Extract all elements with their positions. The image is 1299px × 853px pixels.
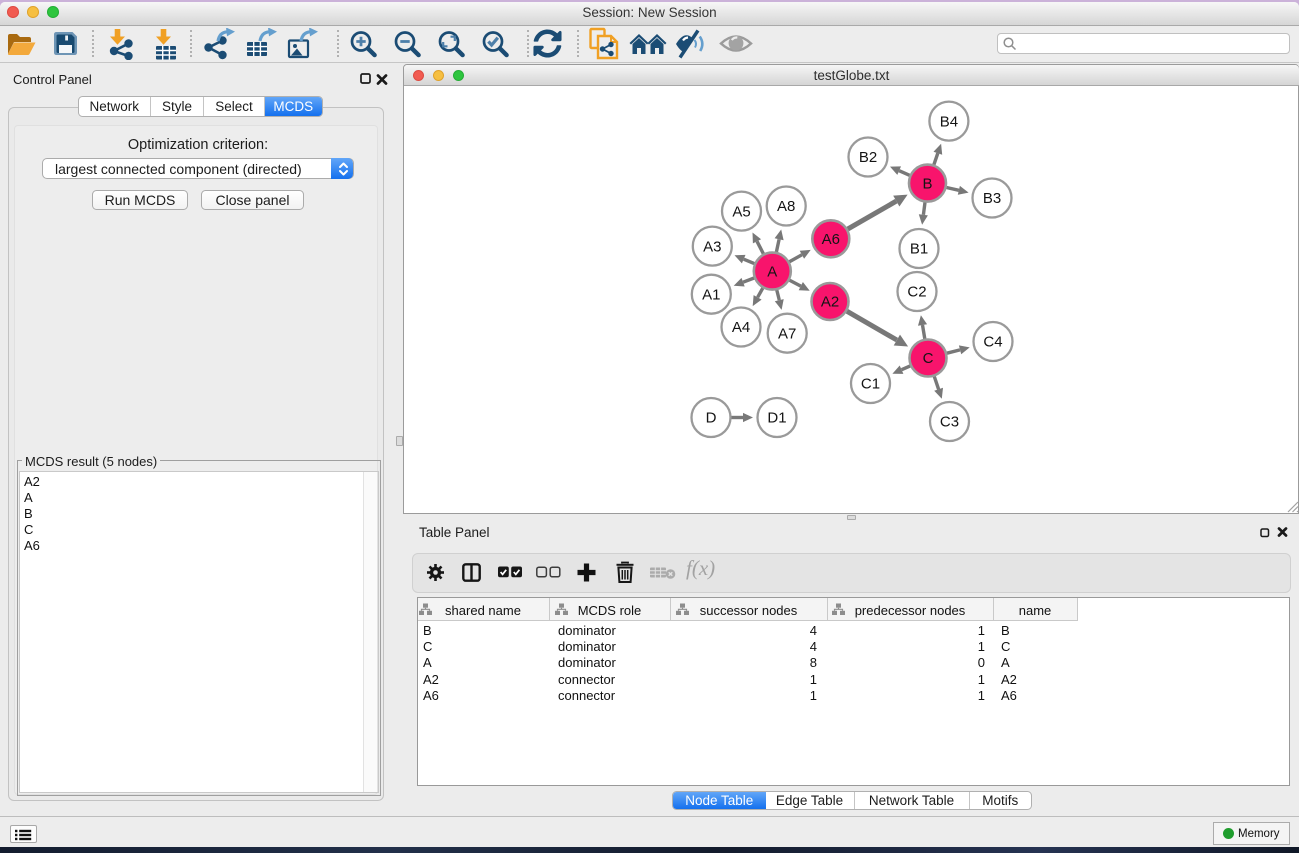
svg-text:A8: A8 xyxy=(777,198,795,215)
svg-text:A2: A2 xyxy=(820,293,838,310)
svg-text:B2: B2 xyxy=(858,149,876,166)
svg-text:A7: A7 xyxy=(778,325,796,342)
svg-text:A4: A4 xyxy=(731,319,749,336)
svg-text:C2: C2 xyxy=(907,283,926,300)
svg-text:A: A xyxy=(767,263,777,280)
svg-text:D: D xyxy=(705,409,716,426)
svg-text:C4: C4 xyxy=(983,333,1002,350)
svg-text:B1: B1 xyxy=(909,240,927,257)
svg-text:B: B xyxy=(922,175,932,192)
svg-text:A3: A3 xyxy=(703,238,721,255)
svg-text:A6: A6 xyxy=(821,231,839,248)
svg-text:B4: B4 xyxy=(939,113,957,130)
svg-text:A5: A5 xyxy=(732,203,750,220)
svg-text:C1: C1 xyxy=(860,375,879,392)
svg-text:D1: D1 xyxy=(767,409,786,426)
svg-text:B3: B3 xyxy=(982,190,1000,207)
svg-text:C: C xyxy=(922,350,933,367)
svg-text:C3: C3 xyxy=(939,413,958,430)
svg-text:A1: A1 xyxy=(702,286,720,303)
